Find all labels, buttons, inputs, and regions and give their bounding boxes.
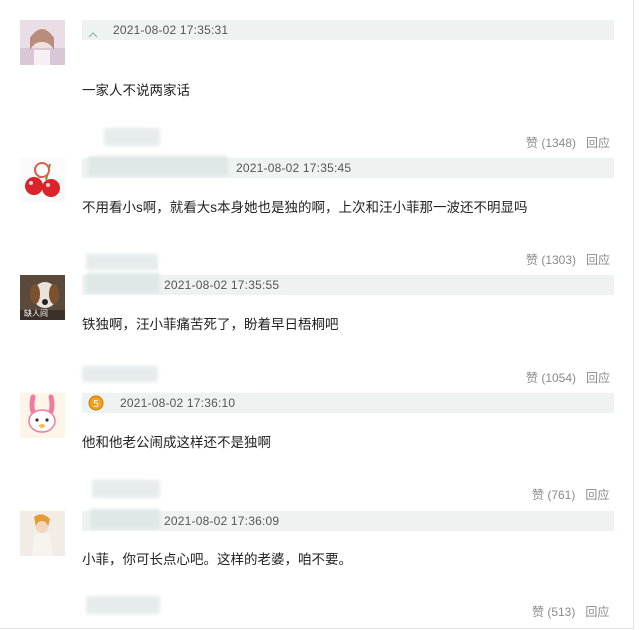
comment-time: 2021-08-02 17:36:09	[164, 514, 280, 528]
like-button[interactable]: 赞 (513)	[532, 605, 575, 619]
like-button[interactable]: 赞 (1303)	[526, 253, 576, 267]
blurred-username	[86, 273, 160, 293]
blurred-username	[82, 366, 158, 382]
blurred-username	[86, 254, 158, 270]
blurred-username	[104, 128, 160, 146]
comment-actions: 赞 (761) 回应	[532, 486, 609, 503]
blurred-username	[86, 596, 160, 614]
blurred-username	[92, 480, 160, 498]
user-avatar[interactable]	[20, 393, 65, 438]
comment-time: 2021-08-02 17:35:45	[236, 161, 352, 175]
svg-text:5: 5	[93, 399, 99, 410]
comment-meta-bar: 2021-08-02 17:36:09	[82, 509, 614, 531]
comment-actions: 赞 (1348) 回应	[526, 134, 610, 151]
reply-button[interactable]: 回应	[586, 136, 610, 150]
comment-time: 2021-08-02 17:35:31	[113, 23, 229, 37]
user-avatar[interactable]	[20, 158, 65, 203]
avatar-caption: 缺人间	[24, 309, 48, 318]
reply-button[interactable]: 回应	[586, 253, 610, 267]
user-avatar[interactable]	[20, 511, 65, 556]
comment-actions: 赞 (513) 回应	[532, 603, 609, 620]
user-avatar[interactable]	[20, 20, 65, 65]
comment-time: 2021-08-02 17:35:55	[164, 278, 280, 292]
reply-button[interactable]: 回应	[585, 605, 609, 619]
comment-meta-bar: 2021-08-02 17:35:31	[82, 20, 614, 40]
comment-meta-bar: 2021-08-02 17:35:45	[82, 156, 614, 178]
like-button[interactable]: 赞 (1054)	[526, 371, 576, 385]
reply-button[interactable]: 回应	[586, 371, 610, 385]
comment-actions: 赞 (1303) 回应	[526, 251, 610, 268]
comment-actions: 赞 (1054) 回应	[526, 369, 610, 386]
blurred-username	[88, 156, 228, 176]
blurred-username	[90, 509, 160, 529]
like-button[interactable]: 赞 (1348)	[526, 136, 576, 150]
user-badge-icon	[88, 26, 98, 44]
comment-meta-bar: 5 2021-08-02 17:36:10	[82, 393, 614, 413]
user-avatar[interactable]: 缺人间	[20, 275, 65, 320]
reply-button[interactable]: 回应	[585, 488, 609, 502]
comment-text: 铁独啊，汪小菲痛苦死了，盼着早日梧桐吧	[82, 317, 339, 332]
vip-badge-icon: 5	[88, 395, 104, 416]
like-button[interactable]: 赞 (761)	[532, 488, 575, 502]
comment-meta-bar: 2021-08-02 17:35:55	[82, 273, 614, 295]
comment-text: 小菲，你可长点心吧。这样的老婆，咱不要。	[82, 552, 352, 567]
comment-text: 他和他老公闹成这样还不是独啊	[82, 435, 271, 450]
comment-text: 一家人不说两家话	[82, 83, 190, 98]
comment-text: 不用看小s啊，就看大s本身她也是独的啊，上次和汪小菲那一波还不明显吗	[82, 200, 528, 215]
comment-time: 2021-08-02 17:36:10	[120, 396, 236, 410]
